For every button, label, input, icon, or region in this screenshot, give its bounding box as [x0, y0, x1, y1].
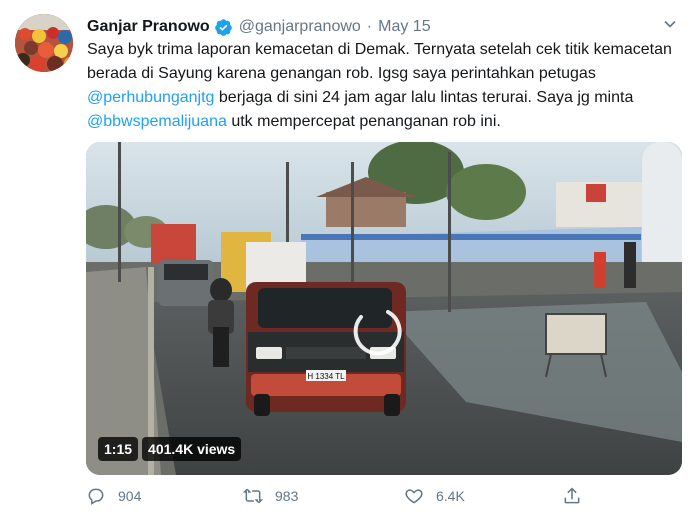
tweet-header: Ganjar Pranowo @ganjarpranowo · May 15	[87, 16, 431, 38]
tweet-text-part: utk mempercepat penanganan rob ini.	[226, 113, 501, 130]
tweet-text-part: Saya byk trima laporan kemacetan di Dema…	[87, 41, 672, 82]
chevron-down-icon[interactable]	[660, 14, 680, 34]
video-duration: 1:15	[98, 437, 139, 461]
retweet-button[interactable]: 983	[243, 486, 298, 506]
like-count: 6.4K	[436, 488, 465, 504]
retweet-icon	[243, 488, 263, 504]
tweet-text: Saya byk trima laporan kemacetan di Dema…	[87, 38, 682, 134]
tweet-card[interactable]: Ganjar Pranowo @ganjarpranowo · May 15 S…	[0, 0, 700, 530]
author-name[interactable]: Ganjar Pranowo	[87, 18, 210, 36]
like-button[interactable]: 6.4K	[404, 486, 465, 506]
author-handle[interactable]: @ganjarpranowo	[239, 18, 361, 36]
video-player[interactable]: H 1334 TL 1:15 401.4K views	[86, 142, 682, 475]
video-frame: H 1334 TL	[86, 142, 682, 475]
retweet-count: 983	[275, 488, 299, 504]
video-view-count: 401.4K views	[142, 437, 242, 461]
verified-badge-icon	[214, 18, 233, 37]
tweet-actions: 904 983 6.4K	[86, 486, 586, 512]
tweet-date[interactable]: May 15	[378, 18, 430, 36]
header-separator: ·	[366, 18, 373, 35]
mention-link-bbwspemalijuana[interactable]: @bbwspemalijuana	[87, 113, 227, 130]
share-icon	[564, 487, 580, 504]
video-overlay: 1:15 401.4K views	[98, 437, 242, 461]
avatar[interactable]	[15, 14, 73, 72]
mention-link-perhubunganjtg[interactable]: @perhubunganjtg	[87, 89, 214, 106]
share-button[interactable]	[562, 486, 594, 506]
license-plate: H 1334 TL	[307, 372, 345, 381]
tweet-text-part: berjaga di sini 24 jam agar lalu lintas …	[214, 89, 634, 106]
reply-button[interactable]: 904	[86, 486, 141, 506]
reply-icon	[88, 488, 104, 505]
reply-count: 904	[118, 488, 142, 504]
heart-icon	[405, 489, 423, 504]
